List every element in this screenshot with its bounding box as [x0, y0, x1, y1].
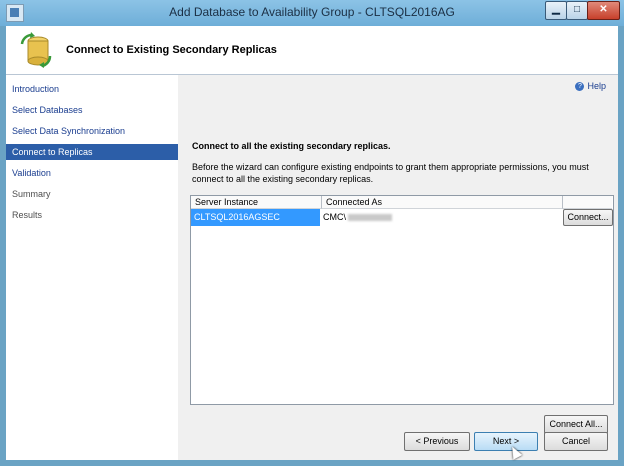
connected-as-value: CMC\: [323, 212, 346, 222]
nav-item-summary: Summary: [12, 189, 51, 199]
redacted-username: [348, 214, 392, 222]
previous-button[interactable]: < Previous: [404, 432, 470, 451]
nav-item-results: Results: [12, 210, 43, 220]
server-instance-cell[interactable]: CLTSQL2016AGSEC: [191, 209, 320, 226]
database-wizard-icon: [20, 32, 52, 68]
column-header-server-instance: Server Instance: [191, 196, 322, 209]
table-row[interactable]: CLTSQL2016AGSEC CMC\ Connect...: [191, 209, 613, 226]
nav-item-connect-to-replicas[interactable]: Connect to Replicas: [6, 144, 178, 160]
nav-item-select-data-synchronization[interactable]: Select Data Synchronization: [6, 123, 178, 139]
page-title: Connect to Existing Secondary Replicas: [66, 44, 277, 56]
nav-item-validation[interactable]: Validation: [6, 165, 178, 181]
help-label: Help: [587, 81, 606, 91]
help-link[interactable]: ? Help: [575, 81, 606, 92]
column-header-blank: [563, 196, 612, 209]
maximize-button[interactable]: □: [566, 1, 588, 20]
section-heading: Connect to all the existing secondary re…: [192, 141, 391, 151]
replica-grid[interactable]: Server Instance Connected As CLTSQL2016A…: [190, 195, 614, 405]
next-button[interactable]: Next >: [474, 432, 538, 451]
wizard-header: Connect to Existing Secondary Replicas: [6, 26, 618, 75]
connect-button[interactable]: Connect...: [563, 209, 613, 226]
connected-as-cell: CMC\: [321, 209, 561, 226]
window-title: Add Database to Availability Group - CLT…: [169, 5, 455, 19]
wizard-nav: Introduction Select Databases Select Dat…: [6, 75, 178, 460]
wizard-content: ? Help Connect to all the existing second…: [178, 75, 618, 460]
nav-item-select-databases[interactable]: Select Databases: [6, 102, 178, 118]
wizard-body: Connect to Existing Secondary Replicas I…: [6, 26, 618, 460]
window-frame: Add Database to Availability Group - CLT…: [0, 0, 624, 466]
cancel-button[interactable]: Cancel: [544, 432, 608, 451]
help-icon: ?: [575, 82, 585, 92]
title-bar: Add Database to Availability Group - CLT…: [0, 0, 624, 26]
nav-item-introduction[interactable]: Introduction: [6, 81, 178, 97]
minimize-button[interactable]: ▁: [545, 1, 567, 20]
column-header-connected-as: Connected As: [322, 196, 563, 209]
close-button[interactable]: ✕: [587, 1, 620, 20]
section-description: Before the wizard can configure existing…: [192, 162, 589, 184]
